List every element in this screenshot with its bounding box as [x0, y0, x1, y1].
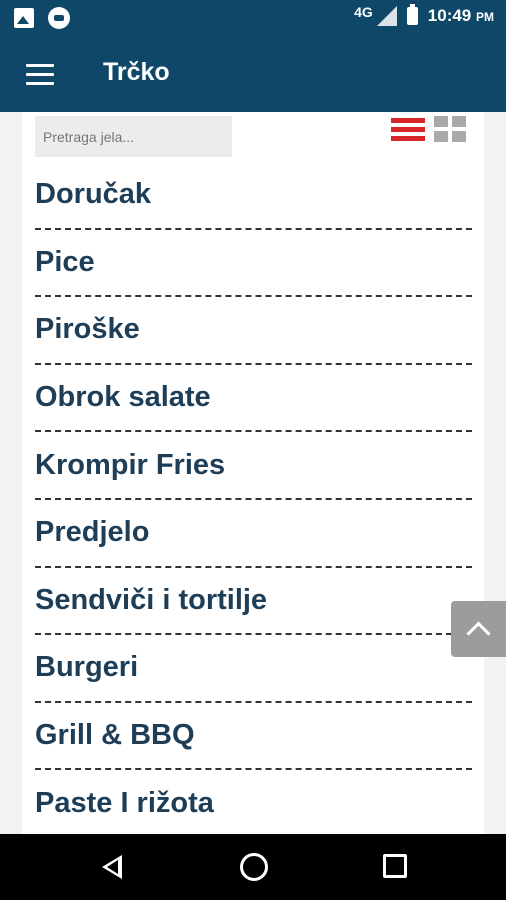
category-label: Paste I rižota [35, 786, 214, 819]
clock-time: 10:49 [427, 6, 472, 25]
system-icons: 4G 10:49 PM [354, 4, 494, 26]
category-item[interactable]: Paste I rižota [35, 770, 472, 834]
recent-apps-icon[interactable] [383, 854, 407, 878]
app-title: Trčko [103, 58, 170, 86]
category-item[interactable]: Burgeri [35, 635, 472, 703]
battery-icon [406, 4, 418, 25]
category-item[interactable]: Sendviči i tortilje [35, 568, 472, 636]
menu-content: Doručak Pice Piroške Obrok salate Krompi… [22, 112, 484, 834]
category-label: Pice [35, 245, 95, 278]
back-icon[interactable] [102, 855, 122, 879]
status-bar: 4G 10:49 PM [0, 0, 506, 36]
signal-icon [376, 6, 397, 26]
network-type: 4G [354, 4, 373, 20]
category-label: Grill & BBQ [35, 719, 195, 752]
category-item[interactable]: Doručak [35, 162, 472, 230]
category-label: Krompir Fries [35, 448, 226, 481]
category-label: Doručak [35, 178, 152, 211]
hamburger-menu-icon[interactable] [26, 64, 54, 86]
category-item[interactable]: Predjelo [35, 500, 472, 568]
image-icon [14, 8, 34, 28]
category-label: Burgeri [35, 651, 139, 684]
category-item[interactable]: Pice [35, 230, 472, 298]
messenger-icon [48, 7, 70, 29]
clock: 10:49 PM [428, 6, 494, 26]
grid-view-icon[interactable] [434, 116, 466, 142]
category-label: Obrok salate [35, 381, 211, 414]
search-input[interactable] [35, 116, 232, 157]
category-label: Piroške [35, 313, 140, 346]
chevron-up-icon [466, 620, 491, 646]
category-list: Doručak Pice Piroške Obrok salate Krompi… [35, 162, 472, 834]
navigation-bar [0, 834, 506, 900]
category-label: Sendviči i tortilje [35, 583, 268, 616]
scroll-to-top-button[interactable] [451, 601, 506, 657]
category-item[interactable]: Piroške [35, 297, 472, 365]
category-item[interactable]: Krompir Fries [35, 432, 472, 500]
category-item[interactable]: Obrok salate [35, 365, 472, 433]
clock-ampm: PM [476, 10, 494, 24]
category-label: Predjelo [35, 516, 150, 549]
list-view-icon[interactable] [391, 118, 425, 142]
home-icon[interactable] [240, 853, 268, 881]
category-item[interactable]: Grill & BBQ [35, 703, 472, 771]
app-bar: Trčko [0, 36, 506, 112]
notification-icons [14, 7, 70, 29]
